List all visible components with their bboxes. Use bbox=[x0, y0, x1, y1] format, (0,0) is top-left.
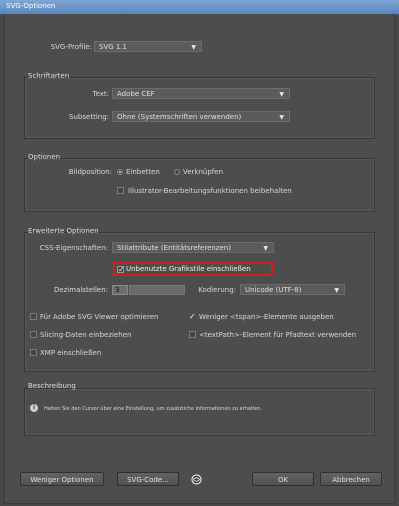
link-label: Verknüpfen bbox=[183, 168, 224, 176]
xmp-checkbox[interactable] bbox=[30, 349, 37, 356]
title-bar: SVG-Optionen bbox=[0, 0, 399, 15]
embed-radio[interactable] bbox=[117, 169, 123, 175]
subsetting-value: Ohne (Systemschriften verwenden) bbox=[117, 113, 242, 121]
chevron-down-icon: ▼ bbox=[279, 91, 284, 98]
svg-code-button[interactable]: SVG-Code... bbox=[117, 472, 179, 486]
advanced-group-title: Erweiterte Optionen bbox=[28, 227, 99, 235]
chevron-down-icon: ▼ bbox=[334, 287, 339, 294]
description-text: Halten Sie den Cursor über eine Einstell… bbox=[44, 406, 263, 412]
svg-profile-dropdown[interactable]: SVG 1.1 ▼ bbox=[94, 41, 202, 52]
preserve-editing-label: Illustrator-Bearbeitungsfunktionen beibe… bbox=[128, 187, 292, 195]
options-group-title: Optionen bbox=[28, 153, 61, 161]
decimal-label: Dezimalstellen: bbox=[53, 286, 108, 294]
ok-button[interactable]: OK bbox=[252, 472, 314, 486]
slicing-label: Slicing-Daten einbeziehen bbox=[40, 331, 132, 339]
adobe-viewer-checkbox[interactable] bbox=[30, 313, 37, 320]
preserve-editing-checkbox[interactable] bbox=[117, 187, 124, 194]
chevron-down-icon: ▼ bbox=[263, 245, 268, 252]
encoding-dropdown[interactable]: Unicode (UTF-8) ▼ bbox=[240, 284, 345, 295]
xmp-label: XMP einschließen bbox=[40, 349, 102, 357]
link-radio[interactable] bbox=[174, 169, 180, 175]
window-title: SVG-Optionen bbox=[6, 2, 56, 10]
check-icon: ✓ bbox=[118, 265, 125, 274]
svg-profile-label: SVG-Profile: bbox=[50, 43, 92, 51]
image-location-label: Bildposition: bbox=[68, 168, 112, 176]
unused-styles-checkbox[interactable]: ✓ bbox=[117, 265, 125, 274]
fewer-options-button[interactable]: Weniger Optionen bbox=[20, 472, 104, 486]
cancel-button[interactable]: Abbrechen bbox=[320, 472, 382, 486]
svg-profile-value: SVG 1.1 bbox=[99, 43, 128, 51]
description-group-title: Beschreibung bbox=[28, 382, 76, 390]
fonts-group-title: Schriftarten bbox=[28, 72, 70, 80]
css-dropdown[interactable]: Stilattribute (Entitätsreferenzen) ▼ bbox=[112, 242, 274, 253]
chevron-down-icon: ▼ bbox=[279, 114, 284, 121]
css-label: CSS-Eigenschaften: bbox=[39, 244, 108, 252]
slicing-checkbox[interactable] bbox=[30, 331, 37, 338]
adobe-viewer-label: Für Adobe SVG Viewer optimieren bbox=[40, 313, 159, 321]
text-value: Adobe CEF bbox=[117, 90, 155, 98]
textpath-checkbox[interactable] bbox=[189, 331, 196, 338]
subsetting-dropdown[interactable]: Ohne (Systemschriften verwenden) ▼ bbox=[112, 111, 290, 122]
subsetting-label: Subsetting: bbox=[69, 113, 109, 121]
text-label: Text: bbox=[92, 90, 109, 98]
chevron-down-icon: ▼ bbox=[191, 44, 196, 51]
decimal-slider[interactable] bbox=[129, 285, 185, 295]
textpath-label: <textPath>-Element für Pfadtext verwende… bbox=[199, 331, 357, 339]
unused-styles-label: Unbenutzte Grafikstile einschließen bbox=[126, 265, 251, 273]
globe-icon[interactable] bbox=[191, 474, 202, 485]
encoding-value: Unicode (UTF-8) bbox=[245, 286, 302, 294]
css-value: Stilattribute (Entitätsreferenzen) bbox=[117, 244, 231, 252]
encoding-label: Kodierung: bbox=[198, 286, 236, 294]
info-icon: i bbox=[30, 404, 38, 412]
fewer-tspan-label: Weniger <tspan>-Elemente ausgeben bbox=[199, 313, 334, 321]
fewer-tspan-checkbox[interactable]: ✓ bbox=[189, 312, 196, 321]
fonts-group bbox=[24, 77, 375, 139]
decimal-input[interactable]: 3 bbox=[112, 285, 128, 295]
text-dropdown[interactable]: Adobe CEF ▼ bbox=[112, 88, 290, 99]
description-group bbox=[24, 388, 375, 436]
options-group bbox=[24, 158, 375, 212]
embed-label: Einbetten bbox=[126, 168, 160, 176]
